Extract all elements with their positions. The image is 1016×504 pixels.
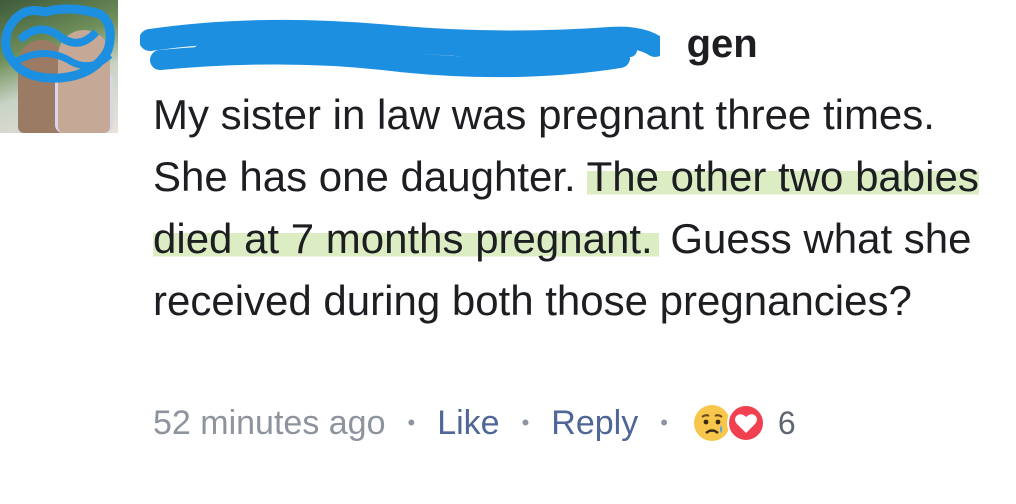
like-button[interactable]: Like (437, 404, 499, 443)
comment-actions: 52 minutes ago • Like • Reply • 6 (153, 398, 796, 448)
reply-button[interactable]: Reply (551, 404, 638, 443)
reaction-count: 6 (777, 404, 796, 441)
separator: • (660, 410, 668, 435)
comment-text: My sister in law was pregnant three time… (153, 84, 993, 332)
separator: • (407, 410, 416, 435)
separator: • (521, 410, 530, 435)
heart-icon (726, 404, 765, 442)
avatar-scribble (1, 4, 115, 83)
timestamp[interactable]: 52 minutes ago (153, 404, 386, 443)
reactions-summary[interactable]: 6 (692, 403, 796, 443)
author-avatar[interactable] (0, 0, 118, 133)
name-redaction-scribble (140, 19, 660, 78)
